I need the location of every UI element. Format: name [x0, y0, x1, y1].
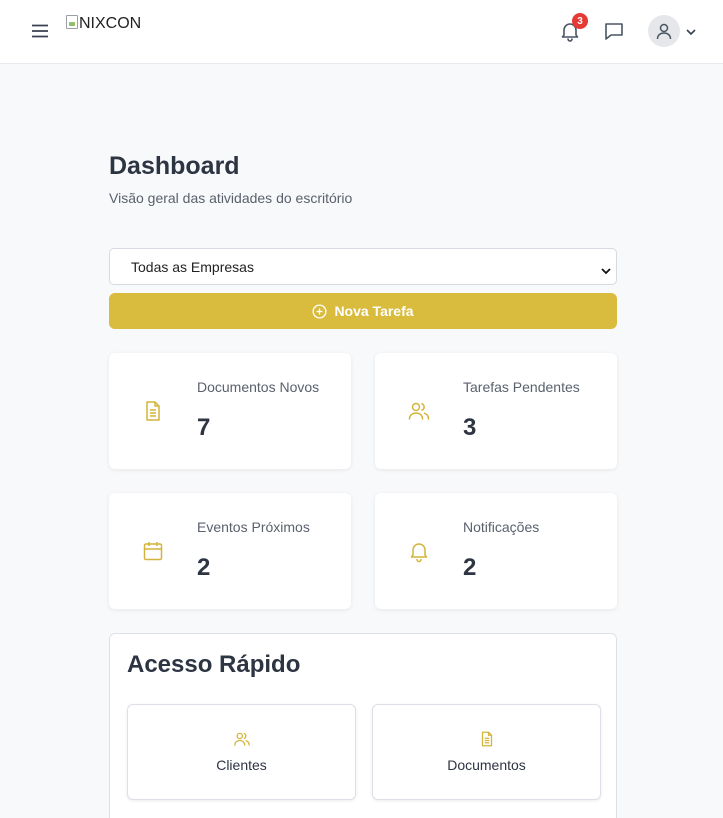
- chevron-down-icon: [686, 22, 696, 40]
- top-navbar: NIXCON 3: [0, 0, 723, 64]
- company-select-value: Todas as Empresas: [131, 258, 254, 275]
- quick-access-panel: Acesso Rápido Clientes Documentos: [109, 633, 617, 818]
- quick-access-clientes[interactable]: Clientes: [127, 704, 356, 800]
- stat-value: 7: [197, 414, 211, 441]
- plus-circle-icon: [312, 303, 327, 319]
- new-task-button[interactable]: Nova Tarefa: [109, 293, 617, 329]
- stat-label: Documentos Novos: [197, 379, 320, 395]
- hamburger-menu-icon[interactable]: [30, 21, 50, 41]
- document-icon: [141, 399, 165, 423]
- logo[interactable]: NIXCON: [66, 15, 141, 33]
- quick-access-label: Clientes: [216, 757, 267, 773]
- stat-label: Tarefas Pendentes: [463, 379, 580, 395]
- company-select[interactable]: Todas as Empresas: [109, 248, 617, 285]
- page-subtitle: Visão geral das atividades do escritório: [109, 190, 353, 206]
- new-task-label: Nova Tarefa: [334, 303, 414, 319]
- page-title: Dashboard: [109, 152, 240, 180]
- user-menu-button[interactable]: [648, 15, 700, 47]
- document-icon: [478, 730, 496, 748]
- users-icon: [233, 730, 251, 748]
- stat-value: 3: [463, 414, 477, 441]
- stat-label: Notificações: [463, 519, 540, 535]
- stat-value: 2: [197, 554, 211, 581]
- users-icon: [407, 399, 431, 423]
- bell-icon: [407, 539, 431, 563]
- quick-access-label: Documentos: [447, 757, 526, 773]
- stat-label: Eventos Próximos: [197, 519, 310, 535]
- logo-alt-text: NIXCON: [79, 15, 142, 32]
- notification-count-badge: 3: [572, 13, 588, 29]
- messages-chat-icon[interactable]: [603, 20, 625, 42]
- stat-card-tarefas-pendentes: Tarefas Pendentes 3: [375, 353, 617, 469]
- stat-value: 2: [463, 554, 477, 581]
- chevron-down-icon: [601, 262, 611, 278]
- stat-card-eventos-proximos: Eventos Próximos 2: [109, 493, 351, 609]
- stat-card-documentos-novos: Documentos Novos 7: [109, 353, 351, 469]
- user-avatar-icon: [648, 15, 680, 47]
- quick-access-documentos[interactable]: Documentos: [372, 704, 601, 800]
- broken-image-icon: [66, 15, 78, 29]
- quick-access-title: Acesso Rápido: [127, 651, 301, 678]
- calendar-icon: [141, 539, 165, 563]
- stat-card-notificacoes: Notificações 2: [375, 493, 617, 609]
